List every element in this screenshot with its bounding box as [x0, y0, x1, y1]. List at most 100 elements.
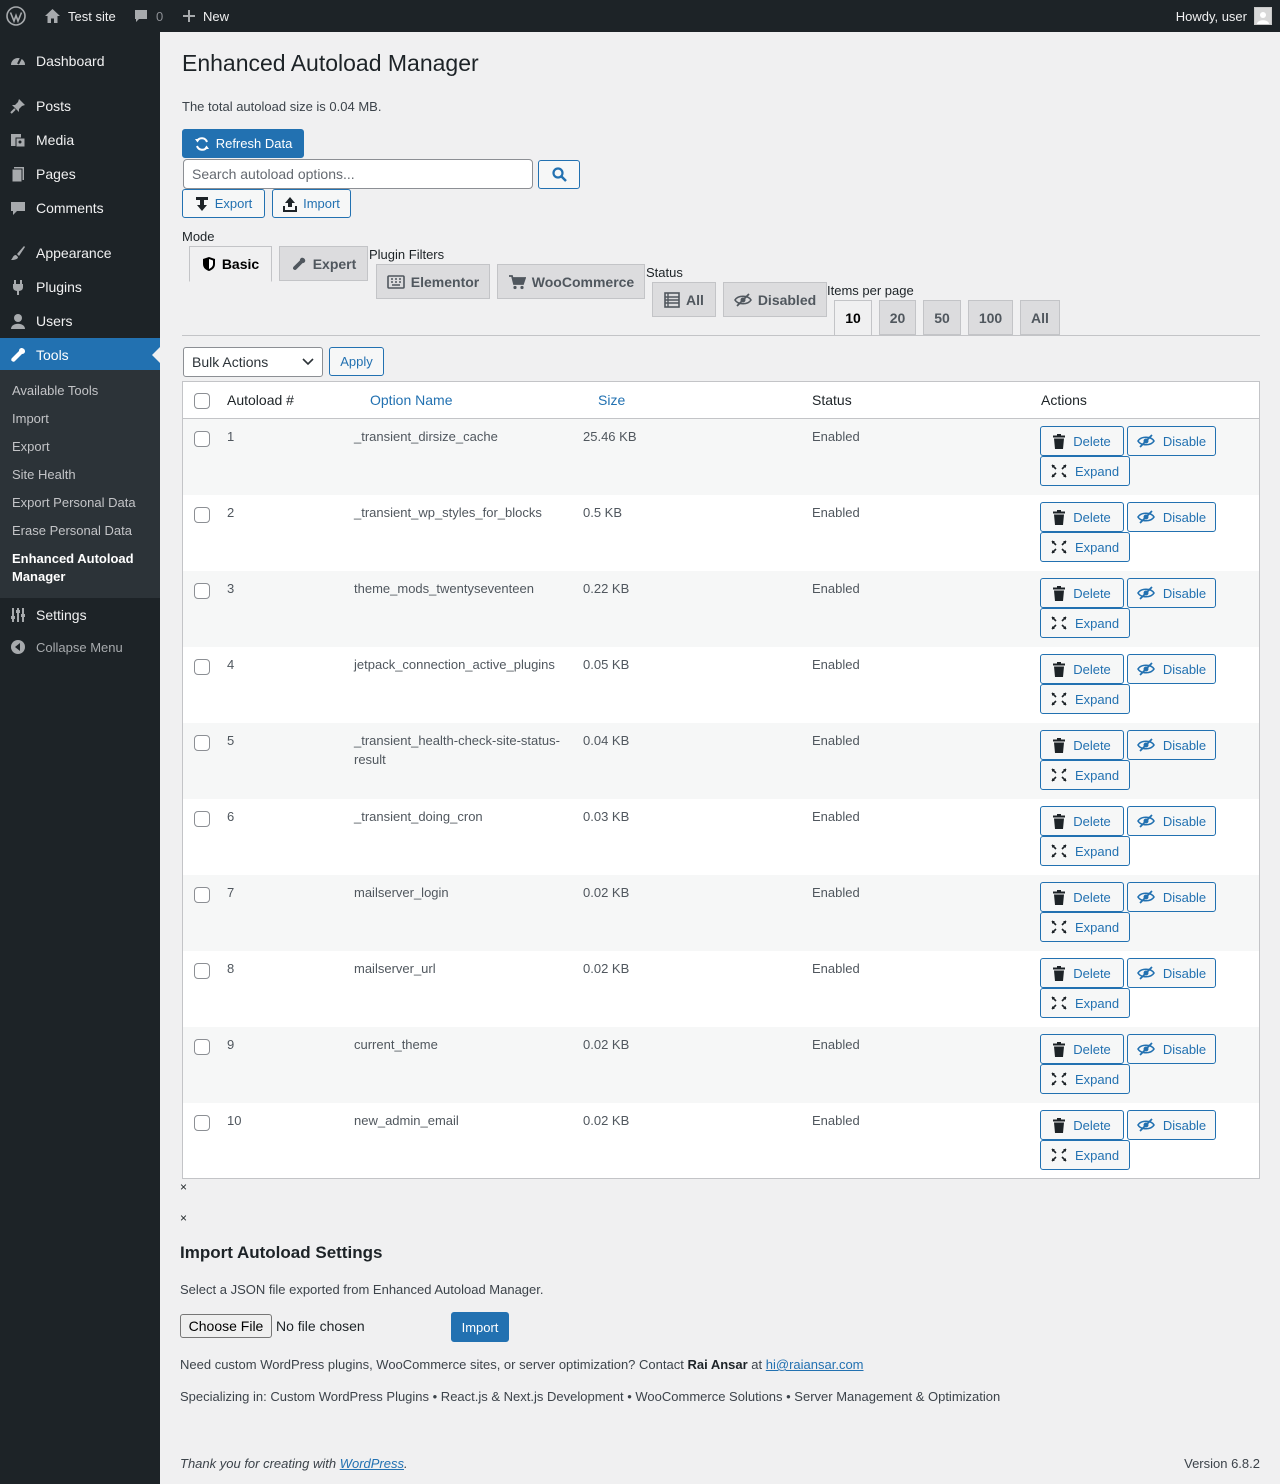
tab-status-disabled[interactable]: Disabled — [723, 282, 827, 317]
expand-button[interactable]: Expand — [1040, 760, 1130, 790]
expand-button[interactable]: Expand — [1040, 912, 1130, 942]
row-checkbox[interactable] — [194, 507, 210, 523]
disable-button[interactable]: Disable — [1127, 882, 1216, 912]
submenu-site-health[interactable]: Site Health — [12, 466, 152, 484]
menu-settings[interactable]: Settings — [0, 598, 160, 632]
search-input[interactable] — [183, 159, 533, 189]
tab-per-page-100[interactable]: 100 — [968, 300, 1013, 335]
tab-filter-elementor[interactable]: Elementor — [376, 264, 490, 299]
new-content-link[interactable]: New — [182, 0, 229, 32]
search-button[interactable] — [538, 160, 580, 189]
keyboard-icon — [386, 274, 405, 289]
menu-pages[interactable]: Pages — [0, 157, 160, 191]
disable-button[interactable]: Disable — [1127, 730, 1216, 760]
export-button[interactable]: Export — [182, 189, 265, 218]
disable-button[interactable]: Disable — [1127, 1034, 1216, 1064]
menu-appearance[interactable]: Appearance — [0, 236, 160, 270]
expand-button[interactable]: Expand — [1040, 1140, 1130, 1170]
tab-per-page-all[interactable]: All — [1020, 300, 1060, 335]
tab-per-page-50[interactable]: 50 — [923, 300, 961, 335]
option-name: _transient_health-check-site-status-resu… — [354, 733, 560, 767]
delete-button[interactable]: Delete — [1040, 1034, 1124, 1064]
row-checkbox[interactable] — [194, 887, 210, 903]
expand-button[interactable]: Expand — [1040, 836, 1130, 866]
howdy-text: Howdy, user — [1175, 8, 1247, 24]
expand-button[interactable]: Expand — [1040, 1064, 1130, 1094]
menu-posts[interactable]: Posts — [0, 89, 160, 123]
column-size[interactable]: Size — [598, 382, 625, 418]
table-row: 4 jetpack_connection_active_plugins 0.05… — [183, 647, 1259, 723]
row-checkbox[interactable] — [194, 963, 210, 979]
expand-button[interactable]: Expand — [1040, 988, 1130, 1018]
option-size: 0.04 KB — [583, 733, 630, 748]
disable-button[interactable]: Disable — [1127, 654, 1216, 684]
disable-button[interactable]: Disable — [1127, 958, 1216, 988]
row-checkbox[interactable] — [194, 1039, 210, 1055]
tab-filter-woocommerce[interactable]: WooCommerce — [497, 264, 645, 299]
tab-mode-basic[interactable]: Basic — [189, 246, 272, 282]
comments-link[interactable]: 0 — [133, 0, 163, 32]
plus-icon — [182, 9, 196, 23]
option-status: Enabled — [812, 1113, 860, 1128]
row-checkbox[interactable] — [194, 1115, 210, 1131]
menu-tools[interactable]: Tools — [0, 338, 160, 372]
import-toggle-button[interactable]: Import — [272, 189, 351, 218]
row-checkbox[interactable] — [194, 735, 210, 751]
menu-users[interactable]: Users — [0, 304, 160, 338]
wordpress-logo-icon[interactable] — [6, 0, 26, 32]
delete-button[interactable]: Delete — [1040, 654, 1124, 684]
bulk-actions-select[interactable]: Bulk Actions — [183, 347, 323, 377]
delete-button[interactable]: Delete — [1040, 730, 1124, 760]
user-icon — [0, 304, 36, 338]
expand-button[interactable]: Expand — [1040, 456, 1130, 486]
delete-button[interactable]: Delete — [1040, 502, 1124, 532]
my-account[interactable]: Howdy, user — [1176, 0, 1272, 32]
disable-button[interactable]: Disable — [1127, 426, 1216, 456]
disable-button[interactable]: Disable — [1127, 578, 1216, 608]
delete-button[interactable]: Delete — [1040, 882, 1124, 912]
contact-email-link[interactable]: hi@raiansar.com — [766, 1357, 864, 1372]
submenu-erase-personal-data[interactable]: Erase Personal Data — [12, 522, 152, 540]
delete-button[interactable]: Delete — [1040, 426, 1124, 456]
submenu-available-tools[interactable]: Available Tools — [12, 382, 152, 400]
delete-button[interactable]: Delete — [1040, 1110, 1124, 1140]
submenu-export[interactable]: Export — [12, 438, 152, 456]
row-checkbox[interactable] — [194, 659, 210, 675]
tab-per-page-10[interactable]: 10 — [834, 300, 872, 336]
apply-button[interactable]: Apply — [329, 347, 384, 376]
refresh-data-button[interactable]: Refresh Data — [182, 129, 304, 158]
row-checkbox[interactable] — [194, 583, 210, 599]
submenu-export-personal-data[interactable]: Export Personal Data — [12, 494, 152, 512]
column-option-name[interactable]: Option Name — [370, 382, 452, 418]
collapse-menu-button[interactable]: Collapse Menu — [0, 632, 160, 662]
delete-button[interactable]: Delete — [1040, 958, 1124, 988]
table-row: 8 mailserver_url 0.02 KB Enabled Delete … — [183, 951, 1259, 1027]
menu-comments[interactable]: Comments — [0, 191, 160, 225]
close-import-icon[interactable]: × — [180, 1211, 187, 1225]
expand-button[interactable]: Expand — [1040, 608, 1130, 638]
menu-dashboard[interactable]: Dashboard — [0, 44, 160, 78]
select-all-checkbox[interactable] — [194, 393, 210, 409]
disable-button[interactable]: Disable — [1127, 502, 1216, 532]
row-checkbox[interactable] — [194, 811, 210, 827]
contact-prefix: Need custom WordPress plugins, WooCommer… — [180, 1357, 684, 1372]
submenu-enhanced-autoload-manager[interactable]: Enhanced Autoload Manager — [12, 550, 152, 586]
tab-per-page-20[interactable]: 20 — [879, 300, 916, 335]
delete-button[interactable]: Delete — [1040, 578, 1124, 608]
wordpress-link[interactable]: WordPress — [340, 1456, 404, 1471]
menu-plugins[interactable]: Plugins — [0, 270, 160, 304]
submenu-import[interactable]: Import — [12, 410, 152, 428]
row-checkbox[interactable] — [194, 431, 210, 447]
expand-button[interactable]: Expand — [1040, 684, 1130, 714]
tab-status-all[interactable]: All — [652, 282, 716, 317]
import-submit-button[interactable]: Import — [451, 1312, 509, 1342]
choose-file-button[interactable]: Choose File — [180, 1314, 272, 1338]
disable-button[interactable]: Disable — [1127, 806, 1216, 836]
menu-media[interactable]: Media — [0, 123, 160, 157]
close-icon[interactable]: × — [180, 1180, 187, 1194]
expand-button[interactable]: Expand — [1040, 532, 1130, 562]
site-name-link[interactable]: Test site — [44, 0, 116, 32]
delete-button[interactable]: Delete — [1040, 806, 1124, 836]
tab-mode-expert[interactable]: Expert — [279, 246, 368, 281]
disable-button[interactable]: Disable — [1127, 1110, 1216, 1140]
